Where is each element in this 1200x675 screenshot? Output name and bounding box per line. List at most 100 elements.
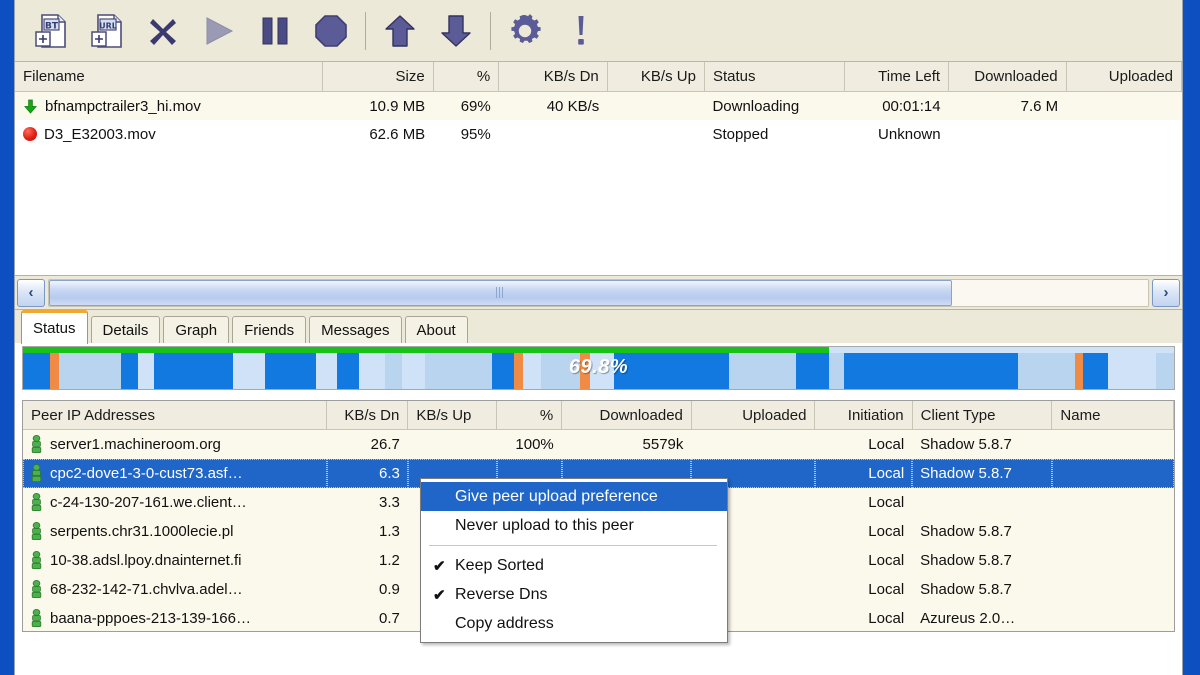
torrent-kbs-up-cell [607, 120, 704, 148]
menu-item-label: Copy address [455, 615, 554, 633]
peer-address-cell: c-24-130-207-161.we.client… [23, 488, 327, 517]
peer-icon [31, 435, 42, 454]
menu-item-keep-sorted[interactable]: ✔ Keep Sorted [421, 551, 727, 580]
peer-kbs-dn-cell: 0.9 [327, 575, 408, 604]
tab-details[interactable]: Details [91, 316, 161, 343]
alert-button[interactable] [553, 3, 609, 59]
peer-name-cell [1052, 488, 1174, 517]
start-button[interactable] [191, 3, 247, 59]
column-header-kbs-up[interactable]: KB/s Up [607, 62, 704, 92]
peer-kbs-dn-cell: 6.3 [327, 459, 408, 488]
tab-messages[interactable]: Messages [309, 316, 401, 343]
torrent-uploaded-cell [1066, 92, 1181, 121]
column-header-uploaded[interactable]: Uploaded [1066, 62, 1181, 92]
add-torrent-url-button[interactable]: URL [79, 3, 135, 59]
peer-address-text: c-24-130-207-161.we.client… [50, 494, 247, 511]
play-icon [202, 15, 236, 47]
tab-about[interactable]: About [405, 316, 468, 343]
check-icon: ✔ [433, 557, 446, 575]
peer-address-cell: server1.machineroom.org [23, 430, 327, 460]
peer-name-cell [1052, 459, 1174, 488]
piece-progress-bar[interactable]: 69.8% [22, 346, 1175, 390]
scrollbar-track[interactable] [48, 279, 1149, 307]
torrent-uploaded-cell [1066, 120, 1181, 148]
stop-button[interactable] [303, 3, 359, 59]
progress-percent-label: 69.8% [23, 356, 1174, 379]
tab-status[interactable]: Status [21, 310, 88, 344]
column-header-status[interactable]: Status [704, 62, 844, 92]
torrent-size-cell: 62.6 MB [322, 120, 433, 148]
green-download-arrow-icon [23, 99, 38, 114]
menu-item-label: Keep Sorted [455, 557, 544, 575]
peers-table-header-row: Peer IP Addresses KB/s Dn KB/s Up % Down… [23, 401, 1174, 430]
gear-icon [508, 14, 542, 48]
table-row[interactable]: bfnampctrailer3_hi.mov 10.9 MB 69% 40 KB… [15, 92, 1182, 121]
pause-button[interactable] [247, 3, 303, 59]
column-header-size[interactable]: Size [322, 62, 433, 92]
scrollbar-grip-icon [496, 287, 505, 298]
move-down-button[interactable] [428, 3, 484, 59]
tab-graph[interactable]: Graph [163, 316, 229, 343]
torrent-list-horizontal-scrollbar[interactable]: ‹ › [15, 276, 1182, 310]
peer-name-cell [1052, 546, 1174, 575]
move-up-button[interactable] [372, 3, 428, 59]
torrent-kbs-up-cell [607, 92, 704, 121]
peer-kbs-dn-cell: 3.3 [327, 488, 408, 517]
column-header-filename[interactable]: Filename [15, 62, 322, 92]
torrent-list-panel[interactable]: Filename Size % KB/s Dn KB/s Up Status T… [15, 62, 1182, 276]
tab-friends[interactable]: Friends [232, 316, 306, 343]
torrent-filename-cell: bfnampctrailer3_hi.mov [15, 92, 322, 121]
torrent-status-cell: Stopped [704, 120, 844, 148]
torrent-filename-text: D3_E32003.mov [44, 126, 156, 143]
column-header-peer-kbs-up[interactable]: KB/s Up [408, 401, 497, 430]
column-header-percent[interactable]: % [433, 62, 499, 92]
table-row[interactable]: D3_E32003.mov 62.6 MB 95% Stopped Unknow… [15, 120, 1182, 148]
main-toolbar: BT URL [15, 0, 1182, 62]
column-header-peer-ip[interactable]: Peer IP Addresses [23, 401, 327, 430]
menu-item-never-upload-to-this-peer[interactable]: Never upload to this peer [421, 511, 727, 540]
peer-address-cell: 68-232-142-71.chvlva.adel… [23, 575, 327, 604]
torrent-kbs-dn-cell [499, 120, 608, 148]
peer-icon [31, 580, 42, 599]
scroll-right-button[interactable]: › [1152, 279, 1180, 307]
column-header-peer-client-type[interactable]: Client Type [912, 401, 1052, 430]
table-row[interactable]: server1.machineroom.org26.7100%5579kLoca… [23, 430, 1174, 460]
torrent-percent-cell: 95% [433, 120, 499, 148]
menu-item-label: Never upload to this peer [455, 517, 634, 535]
column-header-time-left[interactable]: Time Left [845, 62, 949, 92]
arrow-down-icon [440, 14, 472, 48]
peer-address-cell: baana-pppoes-213-139-166… [23, 604, 327, 632]
progress-panel: 69.8% [15, 343, 1182, 395]
add-torrent-file-button[interactable]: BT [23, 3, 79, 59]
peer-client-type-cell: Azureus 2.0… [912, 604, 1052, 632]
column-header-peer-percent[interactable]: % [497, 401, 562, 430]
peer-context-menu[interactable]: Give peer upload preference Never upload… [420, 478, 728, 643]
column-header-peer-initiation[interactable]: Initiation [815, 401, 912, 430]
column-header-downloaded[interactable]: Downloaded [949, 62, 1067, 92]
torrent-kbs-dn-cell: 40 KB/s [499, 92, 608, 121]
column-header-peer-uploaded[interactable]: Uploaded [691, 401, 815, 430]
menu-item-copy-address[interactable]: Copy address [421, 609, 727, 638]
menu-separator [429, 545, 717, 546]
scroll-left-button[interactable]: ‹ [17, 279, 45, 307]
peer-name-cell [1052, 575, 1174, 604]
torrent-table-header-row: Filename Size % KB/s Dn KB/s Up Status T… [15, 62, 1182, 92]
menu-item-reverse-dns[interactable]: ✔ Reverse Dns [421, 580, 727, 609]
peer-uploaded-cell [691, 430, 815, 460]
toolbar-separator-2 [490, 12, 491, 50]
peer-client-type-cell: Shadow 5.8.7 [912, 459, 1052, 488]
settings-button[interactable] [497, 3, 553, 59]
column-header-peer-name[interactable]: Name [1052, 401, 1174, 430]
torrent-time-left-cell: Unknown [845, 120, 949, 148]
peer-address-cell: cpc2-dove1-3-0-cust73.asf… [23, 459, 327, 488]
svg-text:URL: URL [99, 21, 117, 30]
remove-torrent-button[interactable] [135, 3, 191, 59]
scrollbar-thumb[interactable] [49, 280, 952, 306]
column-header-kbs-dn[interactable]: KB/s Dn [499, 62, 608, 92]
column-header-peer-kbs-dn[interactable]: KB/s Dn [327, 401, 408, 430]
column-header-peer-downloaded[interactable]: Downloaded [562, 401, 692, 430]
peer-name-cell [1052, 517, 1174, 546]
peer-name-cell [1052, 430, 1174, 460]
menu-item-give-peer-upload-preference[interactable]: Give peer upload preference [421, 482, 727, 511]
peer-client-type-cell: Shadow 5.8.7 [912, 517, 1052, 546]
